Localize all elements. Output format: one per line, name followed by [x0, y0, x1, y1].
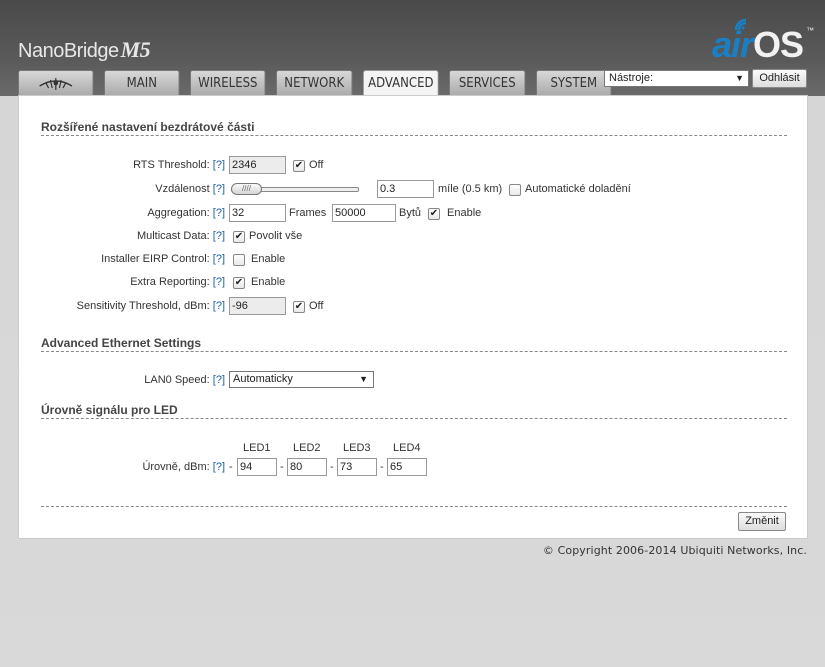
- distance-unit: míle (0.5 km): [438, 183, 503, 195]
- distance-help-link[interactable]: [?]: [213, 183, 225, 195]
- section-divider: [41, 351, 787, 352]
- led-dash: -: [330, 461, 334, 473]
- tab-ubnt-logo[interactable]: [18, 70, 94, 96]
- wireless-section-title: Rozšířené nastavení bezdrátové části: [41, 120, 255, 134]
- tab-services[interactable]: SERVICES: [449, 70, 526, 96]
- lan0-speed-value: Automaticky: [233, 373, 293, 385]
- apply-button[interactable]: Změnit: [738, 512, 786, 531]
- tab-advanced[interactable]: ADVANCED: [363, 70, 439, 96]
- eirp-enable-label: Enable: [251, 253, 286, 265]
- distance-label: Vzdálenost [?]: [155, 183, 225, 195]
- brand-title: NanoBridgeM5: [18, 37, 151, 63]
- aggregation-bytes-input[interactable]: 50000: [332, 204, 396, 222]
- aggregation-label: Aggregation: [?]: [147, 207, 225, 219]
- rts-threshold-input[interactable]: 2346: [229, 156, 286, 174]
- multicast-option-label: Povolit vše: [249, 230, 303, 242]
- rts-label: RTS Threshold: [?]: [133, 159, 225, 171]
- led3-header: LED3: [343, 442, 371, 454]
- tab-main[interactable]: MAIN: [104, 70, 180, 96]
- led4-input[interactable]: 65: [387, 458, 427, 476]
- ethernet-section-title: Advanced Ethernet Settings: [41, 336, 202, 350]
- led-dash: -: [229, 461, 233, 473]
- wifi-icon: [734, 18, 747, 31]
- tab-system[interactable]: SYSTEM: [536, 70, 612, 96]
- tab-wireless[interactable]: WIRELESS: [190, 70, 266, 96]
- ubnt-logo-icon: [39, 77, 73, 90]
- lan0-speed-label: LAN0 Speed: [?]: [144, 374, 225, 386]
- lan0-help-link[interactable]: [?]: [213, 374, 225, 386]
- settings-panel: Rozšířené nastavení bezdrátové části RTS…: [18, 95, 808, 539]
- led1-header: LED1: [243, 442, 271, 454]
- multicast-label: Multicast Data: [?]: [136, 230, 225, 242]
- multicast-checkbox[interactable]: ✔: [233, 231, 245, 243]
- led4-header: LED4: [393, 442, 421, 454]
- sensitivity-help-link[interactable]: [?]: [213, 300, 225, 312]
- dropdown-arrow-icon: ▼: [359, 374, 368, 384]
- led2-header: LED2: [293, 442, 321, 454]
- logo-tm: ™: [806, 26, 814, 35]
- sensitivity-off-label: Off: [309, 300, 324, 312]
- sensitivity-input[interactable]: -96: [229, 297, 286, 315]
- aggregation-bytes-unit: Bytů: [399, 207, 422, 219]
- eirp-help-link[interactable]: [?]: [213, 253, 225, 265]
- eirp-checkbox[interactable]: [233, 254, 245, 266]
- aggregation-help-link[interactable]: [?]: [213, 207, 225, 219]
- distance-slider-handle[interactable]: ////: [231, 183, 262, 195]
- aggregation-enable-label: Enable: [447, 207, 482, 219]
- extra-reporting-enable-label: Enable: [251, 276, 286, 288]
- extra-reporting-label: Extra Reporting: [?]: [130, 276, 225, 288]
- dropdown-arrow-icon: ▼: [735, 73, 744, 83]
- section-divider: [41, 135, 787, 136]
- airos-logo: airOS ™: [712, 18, 814, 66]
- led2-input[interactable]: 80: [287, 458, 327, 476]
- sensitivity-off-checkbox[interactable]: ✔: [293, 301, 305, 313]
- extra-reporting-checkbox[interactable]: ✔: [233, 277, 245, 289]
- brand-model: M5: [120, 37, 151, 62]
- logout-button[interactable]: Odhlásit: [752, 69, 807, 88]
- logo-os: OS: [753, 24, 804, 65]
- led3-input[interactable]: 73: [337, 458, 377, 476]
- extra-reporting-help-link[interactable]: [?]: [213, 276, 225, 288]
- auto-adjust-checkbox[interactable]: [509, 184, 521, 196]
- led-levels-label: Úrovně, dBm: [?]: [142, 461, 225, 473]
- brand-name: NanoBridge: [18, 40, 119, 62]
- main-tabs: MAIN WIRELESS NETWORK ADVANCED SERVICES …: [18, 70, 622, 96]
- tools-select[interactable]: Nástroje: ▼: [604, 70, 749, 87]
- aggregation-frames-input[interactable]: 32: [229, 204, 286, 222]
- tools-selected: Nástroje:: [609, 72, 654, 84]
- rts-off-checkbox[interactable]: ✔: [293, 160, 305, 172]
- aggregation-enable-checkbox[interactable]: ✔: [428, 208, 440, 220]
- led-dash: -: [380, 461, 384, 473]
- eirp-label: Installer EIRP Control: [?]: [101, 253, 225, 265]
- lan0-speed-select[interactable]: Automaticky ▼: [229, 371, 374, 388]
- rts-help-link[interactable]: [?]: [213, 159, 225, 171]
- led1-input[interactable]: 94: [237, 458, 277, 476]
- sensitivity-label: Sensitivity Threshold, dBm: [?]: [76, 300, 225, 312]
- aggregation-frames-unit: Frames: [289, 207, 327, 219]
- section-divider: [41, 418, 787, 419]
- rts-off-label: Off: [309, 159, 324, 171]
- tab-network[interactable]: NETWORK: [276, 70, 353, 96]
- distance-input[interactable]: 0.3: [377, 180, 434, 198]
- multicast-help-link[interactable]: [?]: [213, 230, 225, 242]
- section-divider: [41, 506, 787, 507]
- copyright-text: © Copyright 2006-2014 Ubiquiti Networks,…: [542, 544, 807, 557]
- led-help-link[interactable]: [?]: [213, 461, 225, 473]
- led-dash: -: [280, 461, 284, 473]
- auto-adjust-label: Automatické doladění: [525, 183, 631, 195]
- led-section-title: Úrovně signálu pro LED: [41, 403, 178, 417]
